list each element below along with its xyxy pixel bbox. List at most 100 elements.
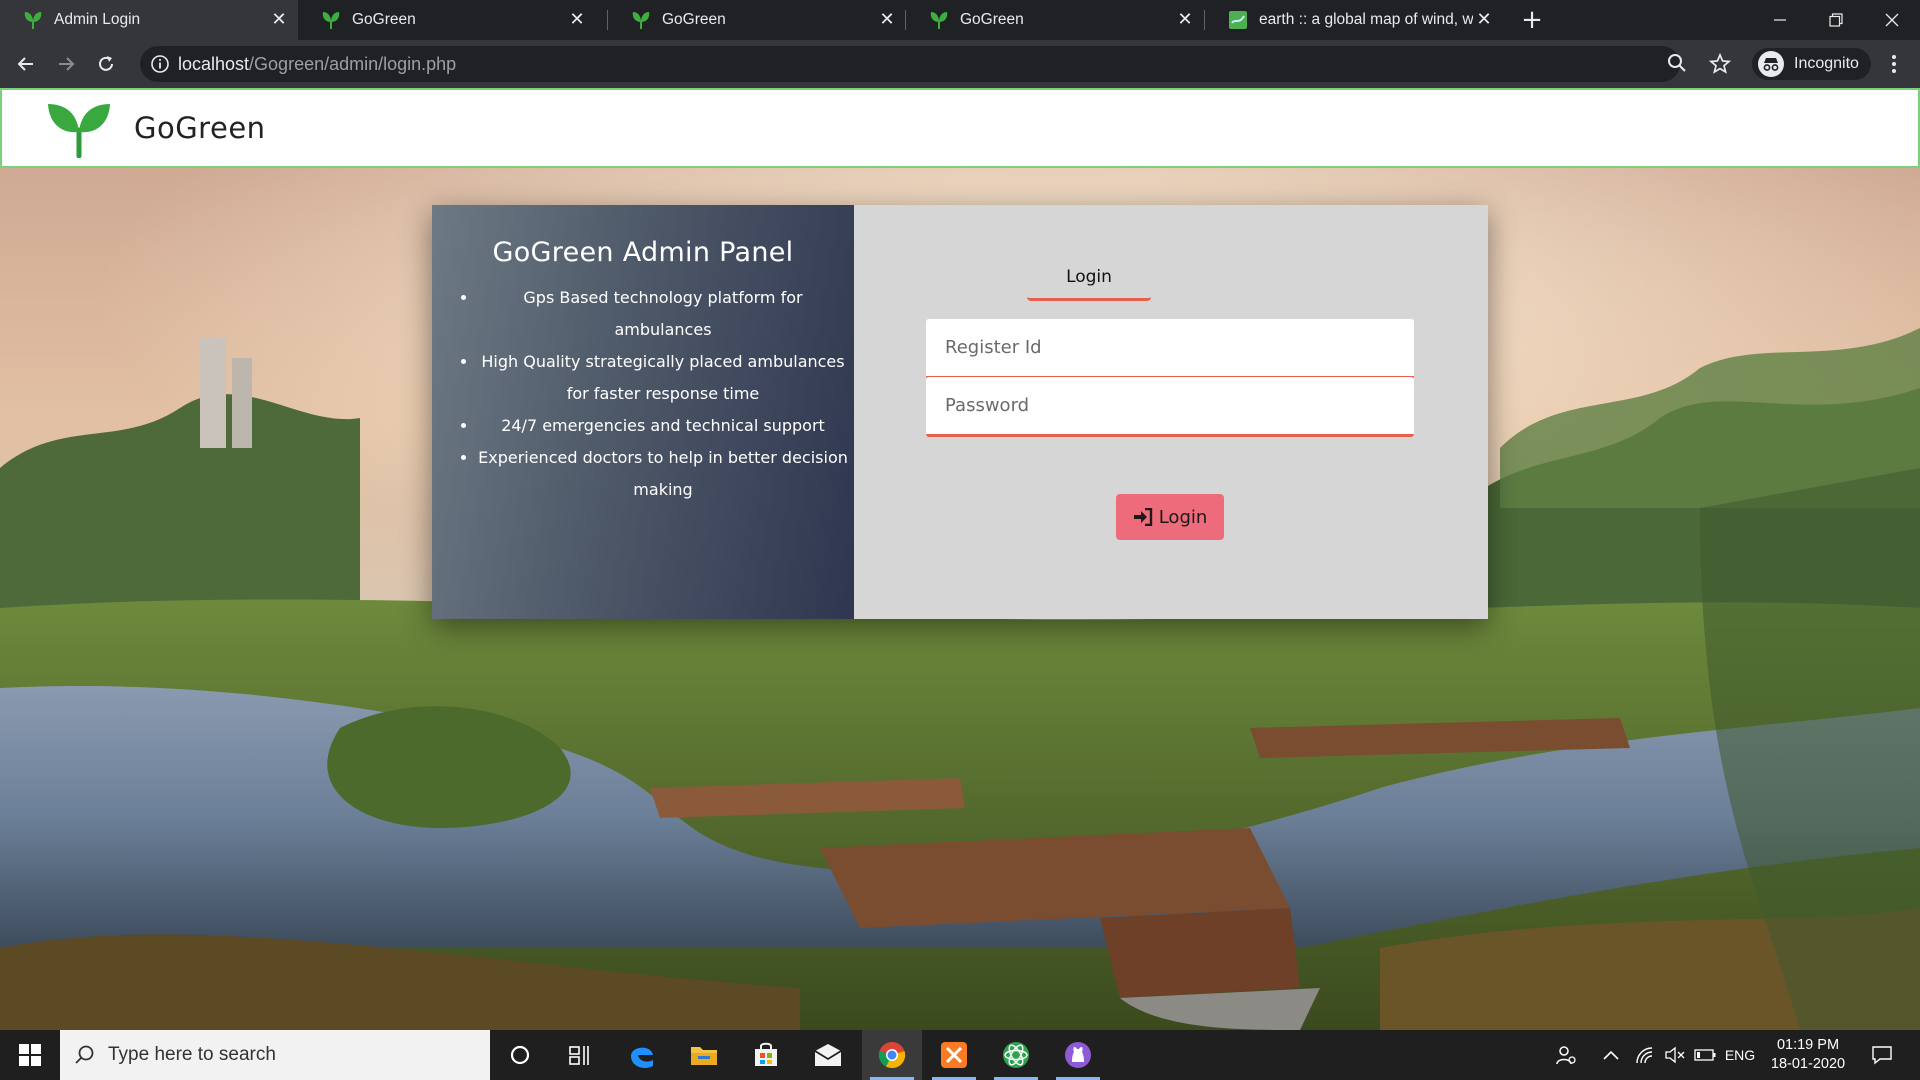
cortana-icon bbox=[510, 1045, 530, 1065]
windows-taskbar: Type here to search ENG 01:19 PM 18-01-2… bbox=[0, 1030, 1920, 1080]
feature-item: Gps Based technology platform for ambula… bbox=[478, 282, 848, 346]
battery-button[interactable] bbox=[1690, 1030, 1720, 1080]
password-field[interactable] bbox=[926, 377, 1414, 437]
password-input[interactable] bbox=[926, 377, 1414, 434]
browser-tab-admin-login[interactable]: Admin Login ✕ bbox=[0, 0, 298, 40]
store-icon bbox=[755, 1042, 777, 1066]
battery-icon bbox=[1694, 1049, 1716, 1061]
browser-tab-gogreen[interactable]: GoGreen ✕ bbox=[608, 0, 906, 40]
url-text: localhost/Gogreen/admin/login.php bbox=[178, 54, 456, 75]
taskbar-clock[interactable]: 01:19 PM 18-01-2020 bbox=[1760, 1036, 1856, 1074]
restore-button[interactable] bbox=[1808, 0, 1864, 40]
tab-title: Admin Login bbox=[54, 11, 141, 28]
register-id-input[interactable] bbox=[926, 319, 1414, 376]
bookmark-button[interactable] bbox=[1704, 48, 1736, 80]
feature-item: Experienced doctors to help in better de… bbox=[478, 442, 848, 506]
site-header: GoGreen bbox=[0, 88, 1920, 168]
close-icon bbox=[1885, 13, 1899, 27]
tab-title: GoGreen bbox=[960, 11, 1024, 28]
register-id-field[interactable] bbox=[926, 319, 1414, 379]
xampp-icon bbox=[941, 1042, 967, 1068]
incognito-profile-button[interactable]: Incognito bbox=[1752, 48, 1871, 80]
site-brand[interactable]: GoGreen bbox=[134, 111, 266, 145]
reload-button[interactable] bbox=[90, 48, 122, 80]
people-icon bbox=[1556, 1046, 1576, 1065]
close-icon[interactable]: ✕ bbox=[876, 9, 898, 31]
close-icon[interactable]: ✕ bbox=[1174, 9, 1196, 31]
magnifier-icon bbox=[1668, 54, 1686, 72]
reload-icon bbox=[99, 56, 113, 71]
earth-map-icon bbox=[1229, 11, 1247, 29]
admin-panel-info: GoGreen Admin Panel Gps Based technology… bbox=[432, 205, 854, 619]
tab-title: GoGreen bbox=[662, 11, 726, 28]
close-window-button[interactable] bbox=[1864, 0, 1920, 40]
people-button[interactable] bbox=[1548, 1030, 1584, 1080]
back-button[interactable] bbox=[10, 48, 42, 80]
windows-logo-icon bbox=[19, 1044, 41, 1066]
chrome-icon bbox=[878, 1042, 906, 1069]
action-center-button[interactable] bbox=[1862, 1030, 1902, 1080]
browser-tab-gogreen[interactable]: GoGreen ✕ bbox=[906, 0, 1204, 40]
star-icon bbox=[1709, 53, 1731, 74]
task-view-icon bbox=[569, 1046, 589, 1065]
volume-button[interactable] bbox=[1660, 1030, 1690, 1080]
xampp-button[interactable] bbox=[924, 1030, 984, 1080]
mail-button[interactable] bbox=[798, 1030, 858, 1080]
edge-button[interactable] bbox=[612, 1030, 672, 1080]
edge-icon bbox=[631, 1047, 653, 1068]
clock-date: 18-01-2020 bbox=[1770, 1056, 1846, 1072]
gogreen-leaf-icon bbox=[930, 12, 948, 29]
notification-icon bbox=[1872, 1046, 1892, 1065]
wifi-icon bbox=[1636, 1047, 1653, 1064]
forward-button[interactable] bbox=[50, 48, 82, 80]
menu-button[interactable] bbox=[1878, 48, 1910, 80]
close-icon[interactable]: ✕ bbox=[268, 9, 290, 31]
taskbar-search-box[interactable]: Type here to search bbox=[60, 1030, 490, 1080]
address-bar[interactable]: localhost/Gogreen/admin/login.php bbox=[140, 46, 1686, 82]
close-icon[interactable]: ✕ bbox=[566, 9, 588, 31]
browser-toolbar: localhost/Gogreen/admin/login.php Incogn… bbox=[0, 40, 1920, 88]
zoom-button[interactable] bbox=[1666, 52, 1688, 78]
gogreen-leaf-icon bbox=[322, 12, 340, 29]
file-explorer-button[interactable] bbox=[674, 1030, 734, 1080]
clock-time: 01:19 PM bbox=[1776, 1037, 1840, 1053]
network-button[interactable] bbox=[1630, 1030, 1660, 1080]
browser-tab-gogreen[interactable]: GoGreen ✕ bbox=[298, 0, 596, 40]
login-button[interactable]: Login bbox=[1116, 494, 1224, 540]
tab-title: GoGreen bbox=[352, 11, 416, 28]
minimize-button[interactable] bbox=[1752, 0, 1808, 40]
atom-like-icon bbox=[1003, 1042, 1029, 1068]
language-indicator[interactable]: ENG bbox=[1722, 1030, 1758, 1080]
feature-item: 24/7 emergencies and technical support bbox=[478, 410, 848, 442]
feature-list: Gps Based technology platform for ambula… bbox=[478, 282, 848, 506]
show-hidden-icons-button[interactable] bbox=[1596, 1030, 1626, 1080]
search-placeholder: Type here to search bbox=[108, 1044, 276, 1065]
profile-label: Incognito bbox=[1794, 55, 1859, 72]
gogreen-logo-icon bbox=[48, 104, 110, 158]
arrow-left-icon bbox=[17, 57, 33, 71]
tab-login[interactable]: Login bbox=[1027, 267, 1151, 301]
search-icon bbox=[75, 1045, 94, 1064]
github-desktop-button[interactable] bbox=[1048, 1030, 1108, 1080]
volume-muted-icon bbox=[1665, 1046, 1685, 1064]
info-icon[interactable] bbox=[150, 54, 170, 74]
store-button[interactable] bbox=[736, 1030, 796, 1080]
gogreen-leaf-icon bbox=[632, 12, 650, 29]
sign-in-icon bbox=[1133, 508, 1152, 526]
browser-tab-strip: Admin Login ✕ GoGreen ✕ GoGreen ✕ GoGree… bbox=[0, 0, 1920, 40]
task-view-button[interactable] bbox=[550, 1030, 610, 1080]
file-explorer-icon bbox=[691, 1047, 717, 1065]
url-path: /Gogreen/admin/login.php bbox=[249, 54, 457, 74]
close-icon[interactable]: ✕ bbox=[1473, 9, 1495, 31]
chrome-button[interactable] bbox=[862, 1030, 922, 1080]
minimize-icon bbox=[1774, 19, 1786, 21]
restore-icon bbox=[1829, 13, 1843, 27]
feature-item: High Quality strategically placed ambula… bbox=[478, 346, 848, 410]
atom-button[interactable] bbox=[986, 1030, 1046, 1080]
page-viewport: GoGreen GoGreen Admin Panel Gps Based te… bbox=[0, 88, 1920, 1030]
browser-tab-earth[interactable]: earth :: a global map of wind, we ✕ bbox=[1205, 0, 1503, 40]
start-button[interactable] bbox=[0, 1030, 60, 1080]
cortana-button[interactable] bbox=[490, 1030, 550, 1080]
new-tab-button[interactable]: + bbox=[1518, 6, 1546, 34]
arrow-right-icon bbox=[59, 57, 75, 71]
